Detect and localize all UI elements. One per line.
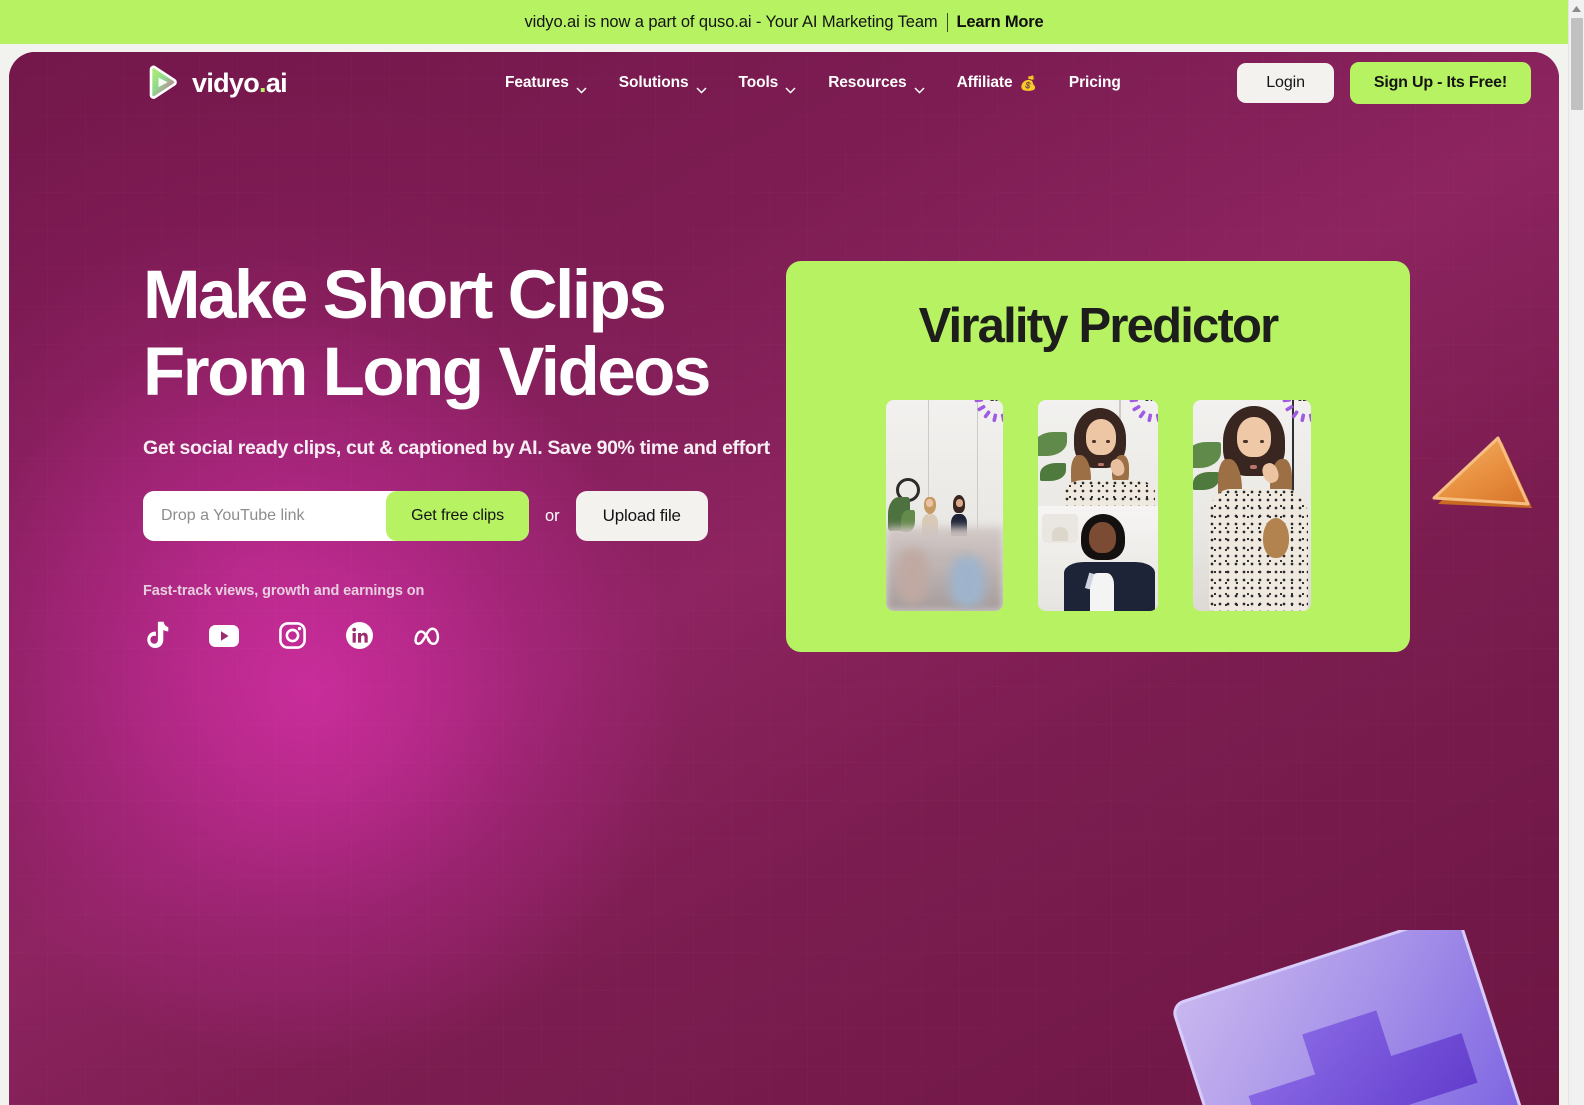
youtube-link-input[interactable] (143, 491, 387, 542)
vertical-scrollbar[interactable] (1568, 0, 1584, 1105)
chevron-down-icon (914, 81, 925, 94)
clip-thumbnail[interactable]: 97% (1037, 400, 1158, 611)
nav-label: Tools (738, 74, 779, 91)
clip-thumbnail-list: 89% (786, 400, 1410, 611)
headline-line-1: Make Short Clips (143, 256, 667, 333)
virality-predictor-title: Virality Predictor (918, 299, 1280, 353)
nav-actions: Login Sign Up - Its Free! (1237, 62, 1531, 104)
chevron-down-icon (695, 81, 707, 94)
browser-viewport: vidyo.ai is now a part of quso.ai - Your… (0, 0, 1584, 1105)
upload-file-button[interactable]: Upload file (575, 491, 708, 542)
logo-wordmark: vidyo.ai (192, 67, 288, 98)
scroll-up-arrow-icon[interactable] (1569, 0, 1584, 17)
virality-score-value: 91% (1281, 400, 1310, 424)
scrollbar-thumb[interactable] (1571, 18, 1583, 110)
purple-3d-zigzag-square-icon (1151, 914, 1559, 1105)
virality-score-value: 97% (1128, 400, 1157, 424)
youtube-link-field-group: Get free clips (143, 491, 529, 542)
nav-links: Features Solutions Tools Resources Affil… (504, 74, 1121, 94)
nav-item-tools[interactable]: Tools (738, 74, 797, 94)
nav-label: Resources (828, 74, 907, 91)
orange-3d-triangle-icon (1428, 436, 1540, 540)
youtube-icon[interactable] (209, 624, 239, 652)
clip-preview-image (1192, 400, 1311, 611)
virality-score-badge: 89% (973, 400, 1003, 424)
main-navigation: vidyo.ai Features Solutions Tools Resour… (9, 52, 1559, 114)
page-title: Make Short Clips From Long Videos (143, 256, 823, 410)
announcement-banner: vidyo.ai is now a part of quso.ai - Your… (0, 0, 1568, 44)
hero-content: Make Short Clips From Long Videos Get so… (143, 256, 823, 655)
chevron-down-icon (785, 81, 796, 94)
nav-item-features[interactable]: Features (504, 74, 587, 94)
signup-button[interactable]: Sign Up - Its Free! (1349, 62, 1531, 104)
login-button[interactable]: Login (1237, 63, 1334, 103)
tiktok-icon[interactable] (143, 621, 169, 655)
hero-section: vidyo.ai Features Solutions Tools Resour… (9, 52, 1559, 1105)
nav-label: Affiliate (956, 74, 1013, 91)
nav-label: Solutions (618, 74, 689, 91)
clip-thumbnail[interactable]: 89% (885, 400, 1003, 611)
virality-score-badge: 91% (1281, 400, 1311, 424)
site-logo[interactable]: vidyo.ai (143, 64, 288, 102)
virality-score-badge: 97% (1128, 400, 1158, 424)
announcement-text: vidyo.ai is now a part of quso.ai - Your… (524, 12, 938, 31)
get-free-clips-button[interactable]: Get free clips (386, 491, 529, 542)
fasttrack-label: Fast-track views, growth and earnings on (143, 583, 425, 600)
social-platform-list (143, 621, 823, 655)
instagram-icon[interactable] (279, 622, 306, 654)
clip-preview-image (885, 400, 1003, 611)
nav-label: Features (504, 74, 569, 91)
nav-item-affiliate[interactable]: Affiliate 💰 (957, 74, 1037, 92)
chevron-down-icon (576, 81, 587, 94)
linkedin-icon[interactable] (346, 622, 373, 654)
nav-label: Pricing (1068, 74, 1121, 91)
or-label: or (545, 506, 560, 525)
money-bag-icon: 💰 (1019, 74, 1037, 91)
clip-thumbnail[interactable]: 91% (1192, 400, 1311, 611)
meta-icon[interactable] (413, 626, 445, 651)
hero-subheadline: Get social ready clips, cut & captioned … (143, 437, 770, 460)
virality-score-value: 89% (973, 400, 1002, 424)
nav-item-solutions[interactable]: Solutions (618, 74, 707, 94)
play-triangle-logo-icon (143, 64, 181, 102)
clip-generator-form: Get free clips or Upload file (143, 491, 823, 542)
virality-predictor-card: Virality Predictor (786, 261, 1410, 652)
headline-line-2: From Long Videos (143, 332, 711, 410)
clip-preview-image (1037, 400, 1158, 611)
announcement-learn-more-link[interactable]: Learn More (957, 13, 1044, 32)
nav-item-resources[interactable]: Resources (828, 74, 925, 94)
nav-item-pricing[interactable]: Pricing (1069, 74, 1121, 92)
announcement-separator (946, 12, 948, 32)
